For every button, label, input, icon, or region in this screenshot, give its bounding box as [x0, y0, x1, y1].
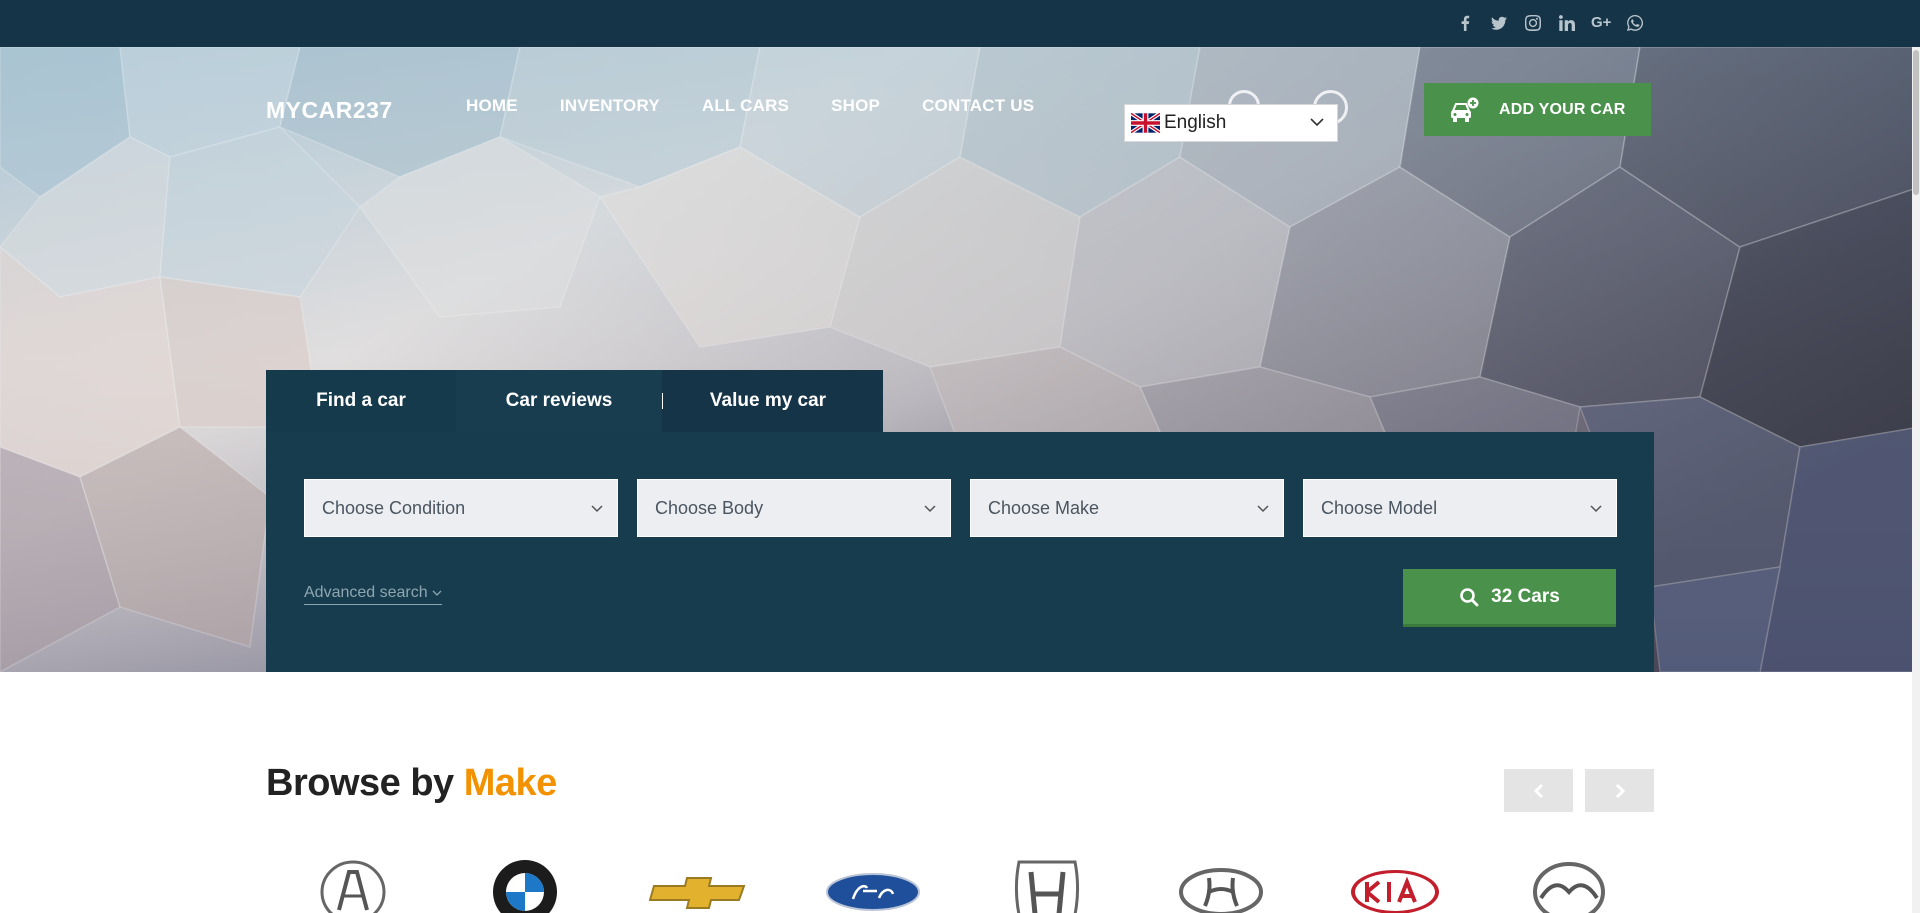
condition-select-value: Choose Condition: [322, 497, 466, 518]
chevrolet-logo-icon: [649, 877, 746, 909]
google-plus-icon[interactable]: G+: [1591, 13, 1611, 33]
make-logo-hyundai[interactable]: [1171, 858, 1271, 913]
hyundai-logo-icon: [1179, 868, 1263, 913]
search-icon: [1460, 587, 1479, 606]
main-nav: HOME INVENTORY ALL CARS SHOP CONTACT US: [466, 96, 1034, 116]
search-panel: Choose Condition Choose Body Choose Make…: [266, 432, 1654, 672]
top-bar: G+: [0, 0, 1920, 47]
nav-contact-us[interactable]: CONTACT US: [922, 96, 1034, 116]
facebook-icon[interactable]: [1455, 13, 1475, 33]
chevron-down-icon: [591, 505, 603, 513]
make-logo-carousel: [266, 858, 1654, 913]
add-your-car-label: ADD YOUR CAR: [1499, 100, 1626, 118]
site-logo[interactable]: MYCAR237: [266, 97, 393, 124]
condition-select[interactable]: Choose Condition: [304, 479, 618, 537]
car-plus-icon: [1451, 97, 1479, 122]
twitter-icon[interactable]: [1489, 13, 1509, 33]
advanced-search-link[interactable]: Advanced search: [304, 584, 442, 605]
search-cars-count: 32 Cars: [1491, 585, 1560, 607]
advanced-search-label: Advanced search: [304, 584, 428, 601]
nav-shop[interactable]: SHOP: [831, 96, 880, 116]
language-label: English: [1164, 112, 1227, 133]
chevron-down-icon: [1310, 118, 1324, 127]
whatsapp-icon[interactable]: [1625, 13, 1645, 33]
body-select[interactable]: Choose Body: [637, 479, 951, 537]
make-logo-kia[interactable]: [1345, 858, 1445, 913]
browse-by-make-heading: Browse by Make: [266, 762, 557, 805]
carousel-prev-button[interactable]: [1504, 769, 1573, 812]
tab-car-reviews[interactable]: Car reviews: [456, 370, 662, 432]
nav-all-cars[interactable]: ALL CARS: [702, 96, 789, 116]
mazda-logo-icon: [1533, 862, 1605, 913]
instagram-icon[interactable]: [1523, 13, 1543, 33]
browse-title-accent: Make: [463, 762, 558, 804]
acura-logo-icon: [320, 860, 386, 913]
make-logo-honda[interactable]: [997, 858, 1097, 913]
nav-home[interactable]: HOME: [466, 96, 518, 116]
browse-title-text: Browse by: [266, 762, 454, 804]
ford-logo-icon: [826, 873, 920, 911]
model-select[interactable]: Choose Model: [1303, 479, 1617, 537]
make-select-value: Choose Make: [988, 497, 1100, 518]
bmw-logo-icon: [493, 860, 557, 913]
carousel-next-button[interactable]: [1585, 769, 1654, 812]
model-select-value: Choose Model: [1321, 497, 1438, 518]
kia-logo-icon: [1351, 870, 1439, 913]
make-select[interactable]: Choose Make: [970, 479, 1284, 537]
chevron-left-icon: [1533, 783, 1543, 798]
tab-value-my-car[interactable]: Value my car: [663, 370, 873, 432]
language-selector[interactable]: English: [1124, 104, 1338, 142]
tab-find-a-car[interactable]: Find a car: [266, 370, 456, 432]
make-logo-bmw[interactable]: [475, 858, 575, 913]
chevron-down-icon: [924, 505, 936, 513]
chevron-down-icon: [1257, 505, 1269, 513]
make-logo-mazda[interactable]: [1519, 858, 1619, 913]
chevron-down-icon: [1590, 505, 1602, 513]
add-your-car-button[interactable]: ADD YOUR CAR: [1424, 83, 1651, 136]
search-cars-button[interactable]: 32 Cars: [1403, 569, 1616, 627]
linkedin-icon[interactable]: [1557, 13, 1577, 33]
chevron-down-icon: [432, 590, 442, 596]
social-links: G+: [1455, 13, 1645, 33]
make-logo-acura[interactable]: [303, 858, 403, 913]
search-tabs: Find a car Car reviews Value my car: [266, 370, 883, 432]
body-select-value: Choose Body: [655, 497, 764, 518]
honda-logo-icon: [1014, 860, 1080, 913]
make-logo-chevrolet[interactable]: [649, 858, 749, 913]
chevron-right-icon: [1615, 783, 1625, 798]
uk-flag-icon: [1131, 113, 1160, 133]
nav-inventory[interactable]: INVENTORY: [560, 96, 660, 116]
scrollbar-thumb[interactable]: [1913, 50, 1919, 195]
make-logo-ford[interactable]: [823, 858, 923, 913]
